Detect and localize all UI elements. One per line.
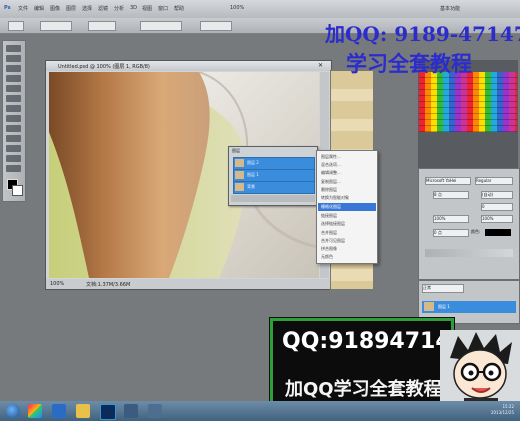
taskbar-app-icon[interactable]: [124, 404, 138, 418]
options-field-4[interactable]: [200, 21, 232, 31]
menu-edit[interactable]: 编辑: [34, 5, 44, 12]
menu-item[interactable]: 转换为智能对象: [321, 195, 349, 201]
layers-floating-title: 图层: [232, 148, 240, 153]
marquee-tool-icon[interactable]: [6, 55, 21, 62]
move-tool-icon[interactable]: [6, 45, 21, 52]
watermark-second-line: 学习全套教程: [346, 51, 472, 76]
menu-item[interactable]: 合并可见图层: [321, 238, 345, 244]
menu-item[interactable]: 复制图层...: [321, 179, 341, 185]
layer-name: 图层 2: [247, 160, 259, 165]
status-zoom[interactable]: 100%: [50, 281, 64, 287]
layer-thumbnail: [235, 183, 244, 191]
layer-thumbnail: [424, 302, 434, 311]
windows-taskbar: 15:22 2013/12/25: [0, 401, 520, 421]
menu-item[interactable]: 合并图层: [321, 230, 337, 236]
menu-item[interactable]: 链接图层: [321, 213, 337, 219]
healing-brush-tool-icon[interactable]: [6, 105, 21, 112]
gradient-tool-icon[interactable]: [6, 145, 21, 152]
workspace-switcher[interactable]: 基本功能: [440, 5, 460, 12]
tracking-field[interactable]: 0: [481, 203, 513, 211]
menu-item[interactable]: 拼合图像: [321, 246, 337, 252]
zoom-level[interactable]: 100%: [230, 5, 244, 11]
font-size-field[interactable]: 8 点: [433, 191, 469, 199]
vertical-scale-field[interactable]: 100%: [433, 215, 469, 223]
banner-qq-number: QQ:918947147: [282, 329, 466, 354]
menu-window[interactable]: 窗口: [158, 5, 168, 12]
menu-view[interactable]: 视图: [142, 5, 152, 12]
toolbox: [2, 40, 26, 202]
crop-tool-icon[interactable]: [6, 85, 21, 92]
ps-logo: Ps: [4, 5, 11, 11]
close-icon[interactable]: ✕: [318, 62, 323, 69]
tool-preset-picker[interactable]: [8, 21, 24, 31]
menu-item[interactable]: 选择链接图层: [321, 221, 345, 227]
menu-item[interactable]: 无颜色: [321, 254, 333, 260]
magic-wand-tool-icon[interactable]: [6, 75, 21, 82]
menu-item-selected[interactable]: 栅格化图层: [321, 204, 341, 210]
swatch-grid[interactable]: [419, 72, 517, 132]
horizontal-scale-field[interactable]: 100%: [481, 215, 513, 223]
photoshop-taskbar-icon[interactable]: [100, 404, 116, 420]
baseline-shift-field[interactable]: 0 点: [433, 229, 469, 237]
cartoon-mascot-image: [440, 330, 520, 412]
layer-thumbnail: [235, 159, 244, 167]
start-button-icon[interactable]: [6, 404, 20, 418]
document-status-bar: 100% 文档:1.37M/3.66M: [46, 279, 331, 289]
system-clock[interactable]: 15:22 2013/12/25: [491, 404, 514, 416]
menu-help[interactable]: 帮助: [174, 5, 184, 12]
layers-floating-footer: [231, 195, 315, 202]
text-style-buttons[interactable]: [425, 249, 513, 257]
clock-date: 2013/12/25: [490, 410, 514, 415]
character-panel: Microsoft YaHei Regular 8 点 (自动) 0 100% …: [418, 168, 520, 280]
document-tab[interactable]: Untitled.psd @ 100% (图层 1, RGB/8) ✕: [46, 61, 331, 71]
menu-analysis[interactable]: 分析: [114, 5, 124, 12]
options-field-3[interactable]: [140, 21, 182, 31]
layer-row[interactable]: 背景: [233, 181, 315, 194]
banner-slogan: 加QQ学习全套教程: [285, 379, 442, 400]
menu-item[interactable]: 编辑调整...: [321, 170, 341, 176]
blend-mode-select[interactable]: 正常: [422, 284, 464, 293]
menu-item[interactable]: 图层属性...: [321, 154, 341, 160]
leading-field[interactable]: (自动): [481, 191, 513, 199]
layer-thumbnail: [235, 171, 244, 179]
options-field-1[interactable]: [40, 21, 72, 31]
lasso-tool-icon[interactable]: [6, 65, 21, 72]
pen-tool-icon[interactable]: [6, 155, 21, 162]
type-tool-icon[interactable]: [6, 165, 21, 172]
document-title: Untitled.psd @ 100% (图层 1, RGB/8): [58, 64, 150, 70]
watermark-top-line: 加QQ: 9189-47147: [325, 22, 520, 46]
status-doc-size: 文档:1.37M/3.66M: [86, 282, 131, 288]
layer-context-menu: 图层属性... 混合选项... 编辑调整... 复制图层... 删除图层 转换为…: [316, 150, 378, 264]
color-label: 颜色:: [471, 229, 481, 234]
browser-icon[interactable]: [52, 404, 66, 418]
font-style-select[interactable]: Regular: [475, 177, 513, 185]
eraser-tool-icon[interactable]: [6, 135, 21, 142]
font-family-select[interactable]: Microsoft YaHei: [425, 177, 471, 185]
options-field-2[interactable]: [88, 21, 116, 31]
menu-item[interactable]: 混合选项...: [321, 162, 341, 168]
pinned-app-icon[interactable]: [28, 404, 42, 418]
explorer-icon[interactable]: [76, 404, 90, 418]
background-color-swatch[interactable]: [12, 185, 23, 196]
layer-name: 图层 1: [438, 304, 450, 309]
menu-filter[interactable]: 滤镜: [98, 5, 108, 12]
text-color-swatch[interactable]: [485, 229, 511, 236]
eyedropper-tool-icon[interactable]: [6, 95, 21, 102]
menu-bar: Ps 文件 编辑 图像 图层 选择 滤镜 分析 3D 视图 窗口 帮助 100%…: [0, 0, 520, 19]
layer-name: 图层 1: [247, 172, 259, 177]
brush-tool-icon[interactable]: [6, 115, 21, 122]
menu-item[interactable]: 删除图层: [321, 187, 337, 193]
menu-file[interactable]: 文件: [18, 5, 28, 12]
menu-layer[interactable]: 图层: [66, 5, 76, 12]
menu-select[interactable]: 选择: [82, 5, 92, 12]
layers-floating-panel: 图层 图层 2 图层 1 背景: [228, 146, 318, 206]
menu-3d[interactable]: 3D: [130, 5, 137, 11]
layer-name: 背景: [247, 184, 255, 189]
layer-row-selected[interactable]: 图层 1: [422, 301, 516, 313]
menu-image[interactable]: 图像: [50, 5, 60, 12]
clone-stamp-tool-icon[interactable]: [6, 125, 21, 132]
taskbar-app-icon-2[interactable]: [148, 404, 162, 418]
